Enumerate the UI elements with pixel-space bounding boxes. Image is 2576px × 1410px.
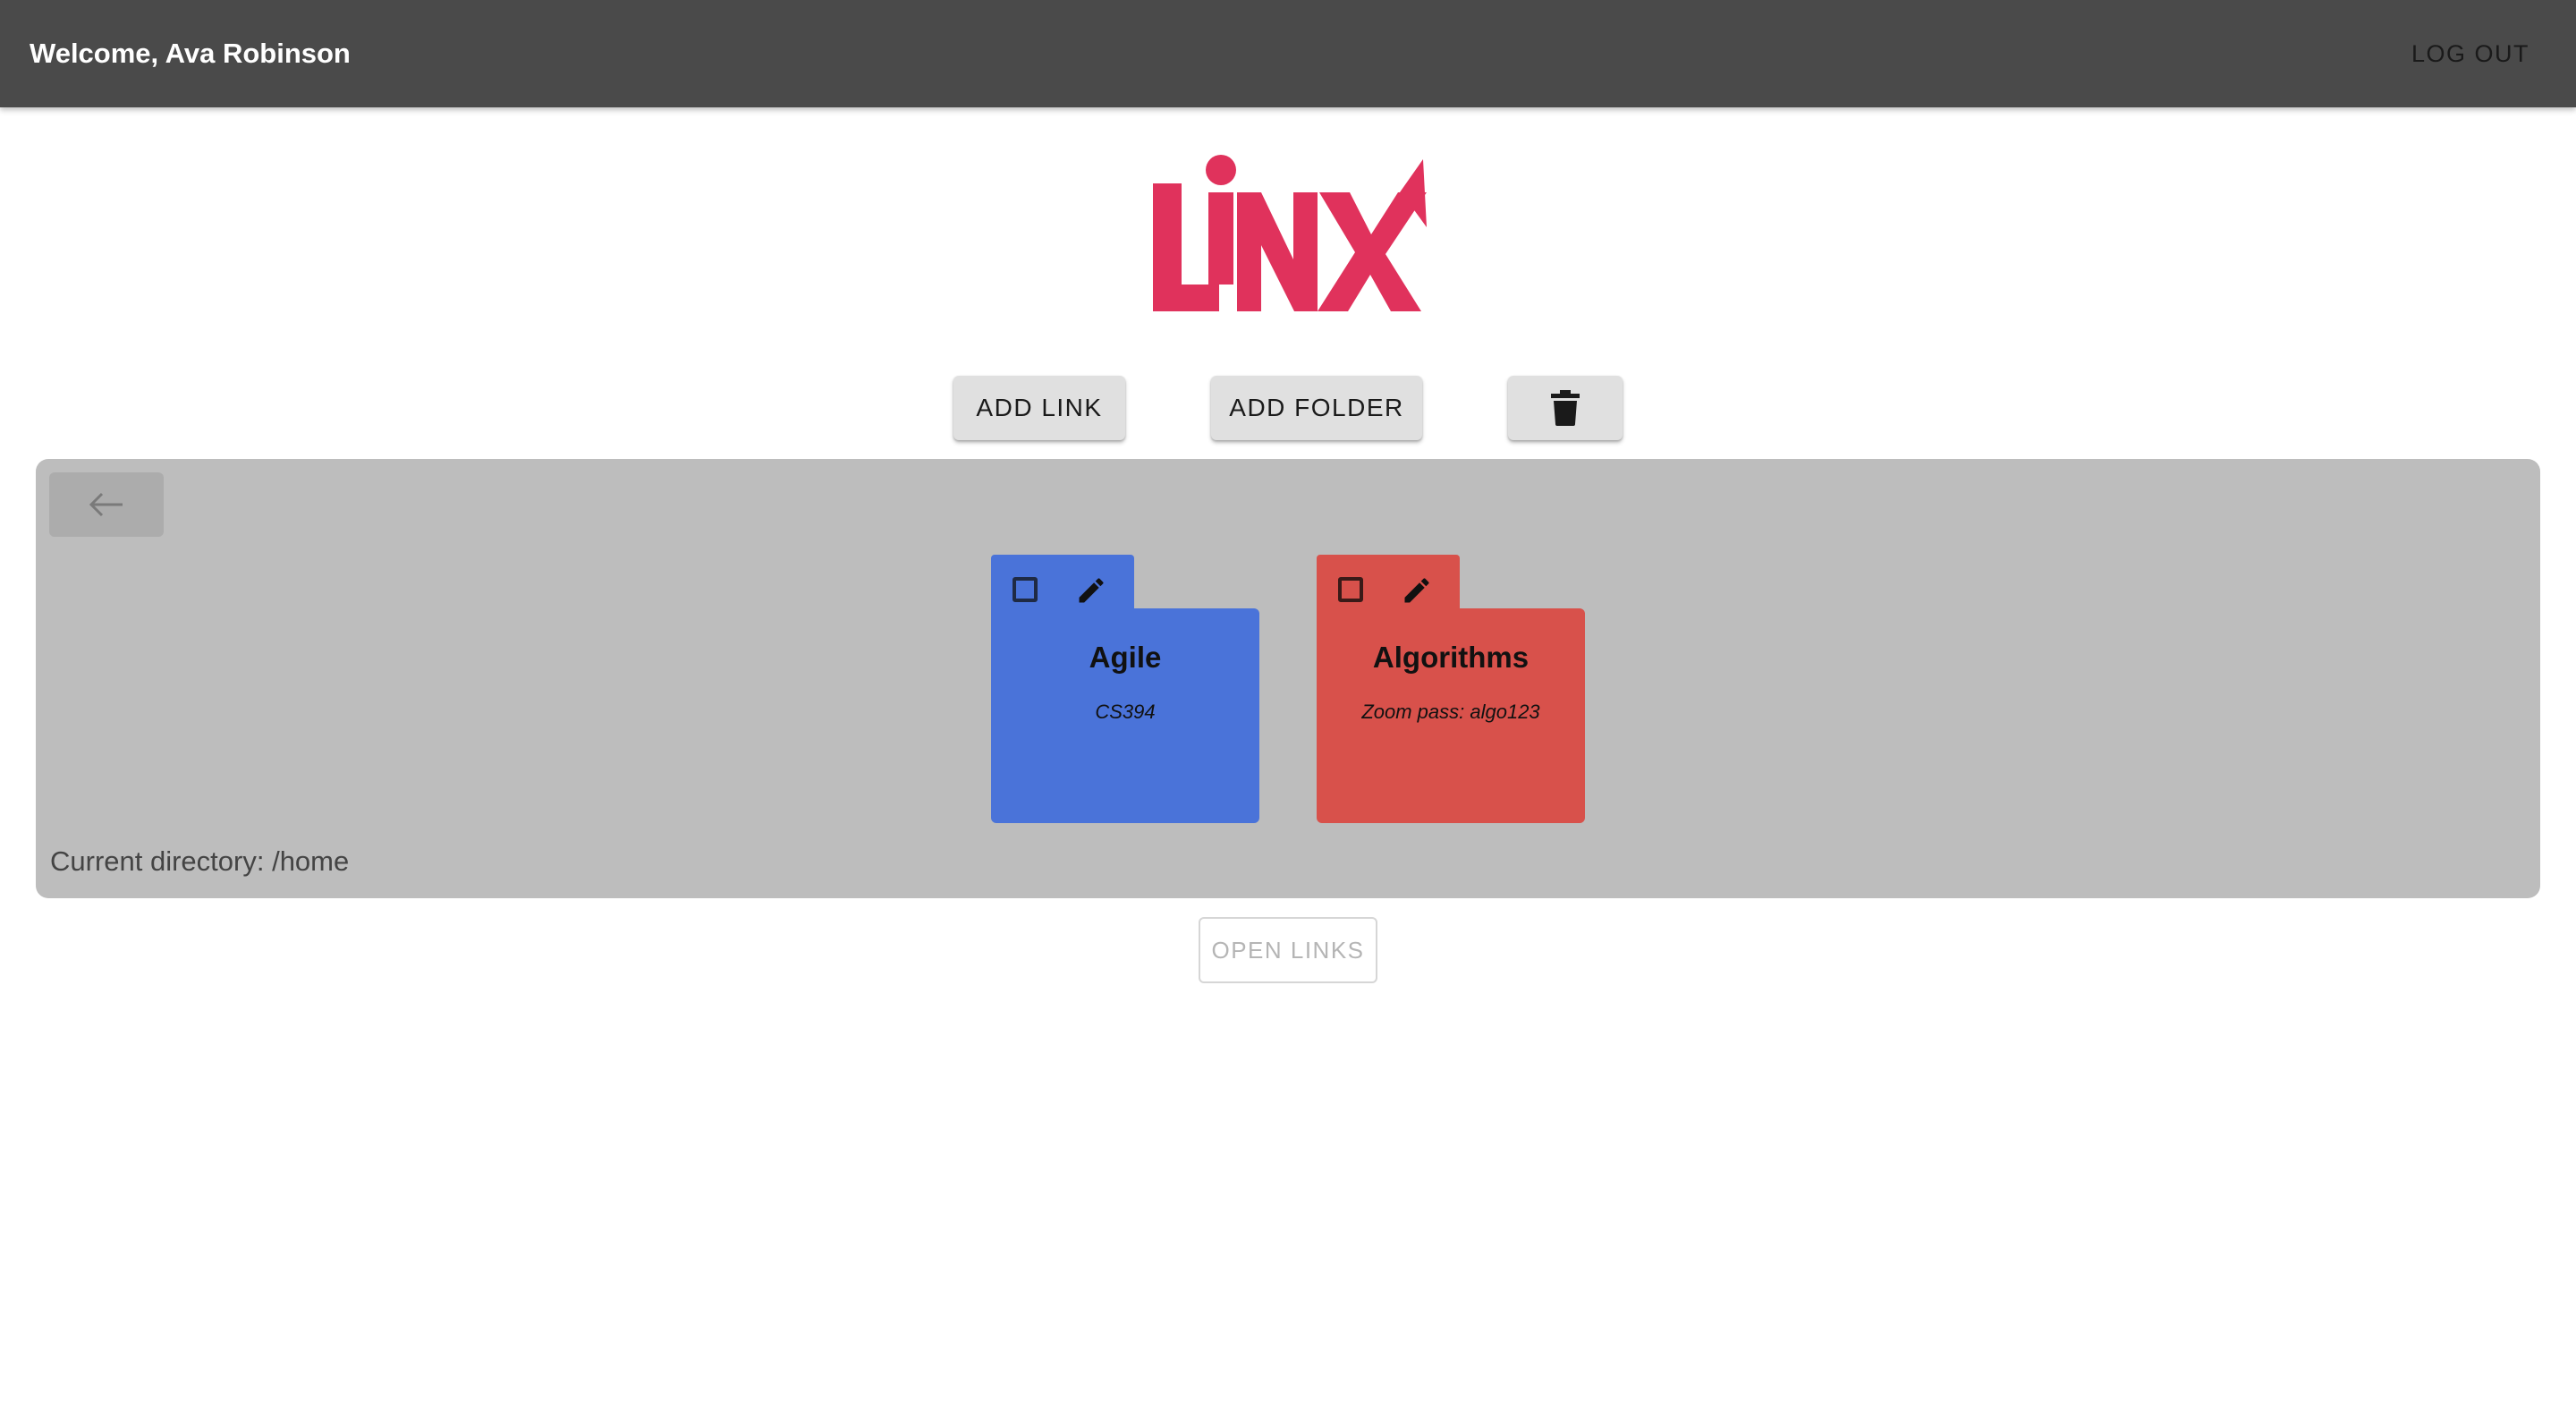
current-directory-label: Current directory: /home xyxy=(50,845,350,877)
trash-icon xyxy=(1551,390,1580,426)
linx-logo xyxy=(1148,152,1443,322)
folder-select-checkbox[interactable] xyxy=(1338,577,1363,602)
back-button[interactable] xyxy=(49,472,164,537)
folder-name: Algorithms xyxy=(1372,641,1530,674)
arrow-left-icon xyxy=(89,492,123,517)
folder-name: Agile xyxy=(1089,641,1162,674)
linx-logo-icon xyxy=(1153,155,1427,311)
delete-button[interactable] xyxy=(1508,376,1623,440)
folder-card[interactable]: Algorithms Zoom pass: algo123 xyxy=(1317,555,1585,823)
folder-description: Zoom pass: algo123 xyxy=(1361,701,1540,723)
add-folder-button[interactable]: ADD FOLDER xyxy=(1211,376,1422,440)
top-app-bar: Welcome, Ava Robinson LOG OUT xyxy=(0,0,2576,107)
open-links-button[interactable]: OPEN LINKS xyxy=(1199,917,1377,983)
logout-button[interactable]: LOG OUT xyxy=(2402,32,2538,75)
pencil-icon[interactable] xyxy=(1075,574,1107,607)
folder-select-checkbox[interactable] xyxy=(1013,577,1038,602)
pencil-icon[interactable] xyxy=(1401,574,1433,607)
folder-description: CS394 xyxy=(1095,701,1156,723)
folder-card[interactable]: Agile CS394 xyxy=(991,555,1259,823)
add-link-button[interactable]: ADD LINK xyxy=(953,376,1125,440)
welcome-message: Welcome, Ava Robinson xyxy=(30,38,351,69)
folder-browser-panel: Agile CS394 Algorithms Zoom pass: algo12… xyxy=(36,459,2540,898)
